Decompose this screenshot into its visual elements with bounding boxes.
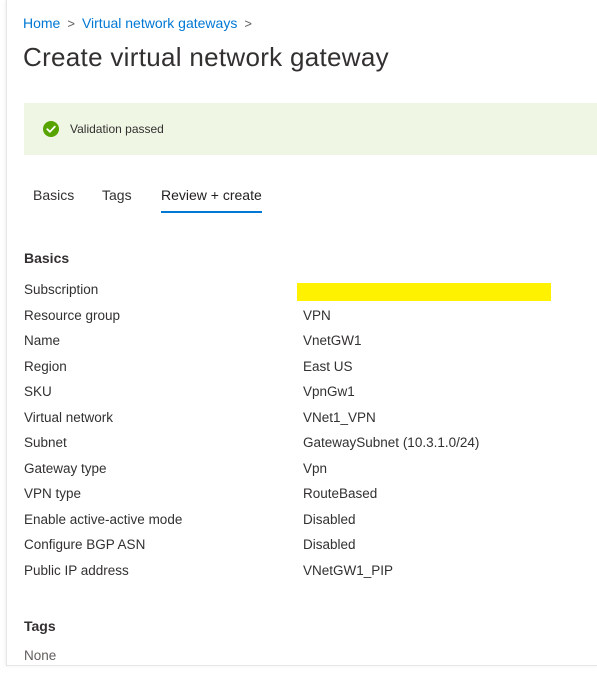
row-value-gateway-type: Vpn (303, 460, 328, 476)
row-value-public-ip-address: VNetGW1_PIP (303, 562, 394, 578)
summary-row: Name VnetGW1 (24, 333, 584, 359)
row-label-region: Region (24, 358, 67, 374)
page-title: Create virtual network gateway (23, 42, 389, 72)
row-label-gateway-type: Gateway type (24, 460, 107, 476)
row-value-bgp-asn: Disabled (303, 537, 356, 552)
row-label-public-ip-address: Public IP address (24, 562, 129, 578)
row-value-resource-group: VPN (303, 307, 331, 323)
row-label-subnet: Subnet (24, 435, 67, 450)
subscription-redaction (297, 283, 551, 301)
row-label-resource-group: Resource group (24, 307, 121, 323)
summary-row: Public IP address VNetGW1_PIP (24, 563, 584, 589)
row-value-sku: VpnGw1 (303, 384, 355, 399)
breadcrumb-separator: > (67, 15, 75, 31)
row-value-vpn-type: RouteBased (303, 486, 378, 501)
row-value-virtual-network: VNet1_VPN (303, 409, 376, 425)
breadcrumb-home-link[interactable]: Home (23, 15, 60, 31)
breadcrumb-separator: > (244, 15, 252, 31)
create-gateway-blade: Home > Virtual network gateways > Create… (6, 0, 597, 666)
check-circle-icon (43, 121, 59, 137)
validation-banner: Validation passed (24, 103, 597, 155)
row-value-name: VnetGW1 (303, 333, 362, 348)
row-value-region: East US (303, 358, 353, 374)
row-label-name: Name (24, 333, 61, 348)
tab-basics[interactable]: Basics (33, 187, 74, 203)
breadcrumb: Home > Virtual network gateways > (23, 15, 259, 31)
basics-summary-list: Subscription Resource group VPN Name Vne… (24, 282, 584, 588)
tags-section-title: Tags (24, 618, 56, 634)
row-label-sku: SKU (24, 384, 52, 399)
summary-row: Virtual network VNet1_VPN (24, 410, 584, 436)
summary-row: SKU VpnGw1 (24, 384, 584, 410)
row-label-bgp-asn: Configure BGP ASN (24, 537, 146, 552)
summary-row: Resource group VPN (24, 308, 584, 334)
summary-row: Gateway type Vpn (24, 461, 584, 487)
row-value-subnet: GatewaySubnet (10.3.1.0/24) (303, 435, 480, 450)
row-value-active-active-mode: Disabled (303, 511, 356, 527)
summary-row: Subnet GatewaySubnet (10.3.1.0/24) (24, 435, 584, 461)
basics-section-title: Basics (24, 250, 70, 266)
tab-review-create[interactable]: Review + create (161, 187, 262, 213)
validation-message: Validation passed (70, 122, 164, 136)
row-label-vpn-type: VPN type (24, 486, 82, 501)
tab-tags[interactable]: Tags (102, 187, 132, 203)
summary-row: VPN type RouteBased (24, 486, 584, 512)
summary-row: Region East US (24, 359, 584, 385)
row-label-virtual-network: Virtual network (24, 409, 114, 425)
row-label-active-active-mode: Enable active-active mode (24, 511, 183, 527)
row-label-subscription: Subscription (24, 282, 99, 297)
tags-value: None (24, 648, 57, 663)
summary-row: Enable active-active mode Disabled (24, 512, 584, 538)
breadcrumb-virtual-network-gateways-link[interactable]: Virtual network gateways (82, 15, 237, 31)
summary-row: Configure BGP ASN Disabled (24, 537, 584, 563)
